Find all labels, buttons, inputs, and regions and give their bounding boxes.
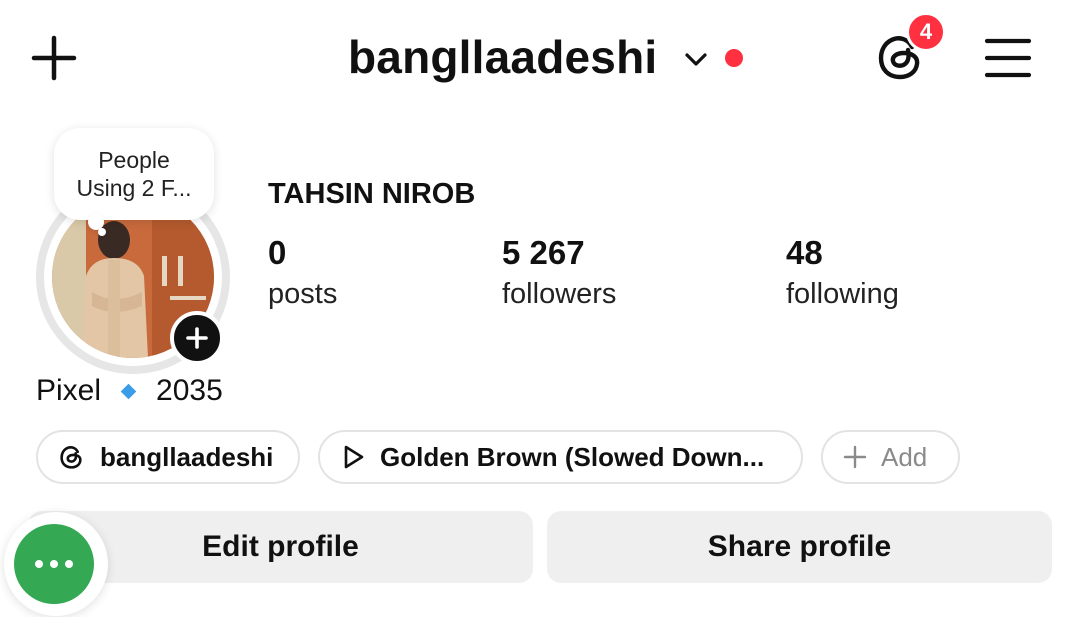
plus-icon	[843, 445, 867, 469]
more-dots-icon	[35, 560, 43, 568]
plus-icon	[186, 327, 208, 349]
following-stat[interactable]: 48 following	[786, 234, 899, 311]
bio-text-left: Pixel	[36, 374, 102, 407]
followers-stat[interactable]: 5 267 followers	[502, 234, 616, 311]
posts-stat[interactable]: 0 posts	[268, 234, 337, 311]
note-line-2: Using 2 F...	[76, 175, 192, 201]
full-name: TAHSIN NIROB	[268, 178, 476, 210]
add-link-button[interactable]: Add	[821, 430, 960, 484]
threads-icon	[60, 446, 82, 469]
followers-label: followers	[502, 278, 617, 310]
notification-badge: 4	[906, 12, 946, 52]
unread-dot	[725, 49, 744, 67]
threads-link-label: bangllaadeshi	[100, 441, 274, 472]
add-story-button[interactable]	[170, 311, 224, 365]
followers-count: 5 267	[502, 234, 585, 271]
play-icon	[344, 445, 364, 469]
share-profile-button[interactable]: Share profile	[547, 511, 1052, 583]
chevron-down-icon	[685, 53, 707, 66]
add-label: Add	[881, 441, 928, 472]
username: bangllaadeshi	[348, 31, 658, 83]
create-button[interactable]	[28, 32, 80, 84]
diamond-icon	[120, 383, 137, 399]
account-switcher[interactable]: bangllaadeshi	[348, 24, 744, 90]
floating-more-button[interactable]	[14, 524, 94, 604]
menu-button[interactable]	[984, 36, 1032, 80]
profile-note[interactable]: People Using 2 F...	[54, 128, 214, 220]
profile-music-link[interactable]: Golden Brown (Slowed Down...	[318, 430, 803, 484]
following-label: following	[786, 278, 899, 310]
bio: Pixel 2035	[36, 374, 223, 408]
posts-label: posts	[268, 278, 338, 310]
plus-icon	[31, 35, 77, 81]
threads-profile-link[interactable]: bangllaadeshi	[36, 430, 300, 484]
hamburger-menu-icon	[984, 38, 1032, 78]
bio-text-right: 2035	[156, 374, 223, 407]
posts-count: 0	[268, 234, 287, 271]
note-tail	[98, 228, 106, 236]
following-count: 48	[786, 234, 823, 271]
music-label: Golden Brown (Slowed Down...	[380, 441, 765, 472]
note-line-1: People	[98, 147, 170, 173]
